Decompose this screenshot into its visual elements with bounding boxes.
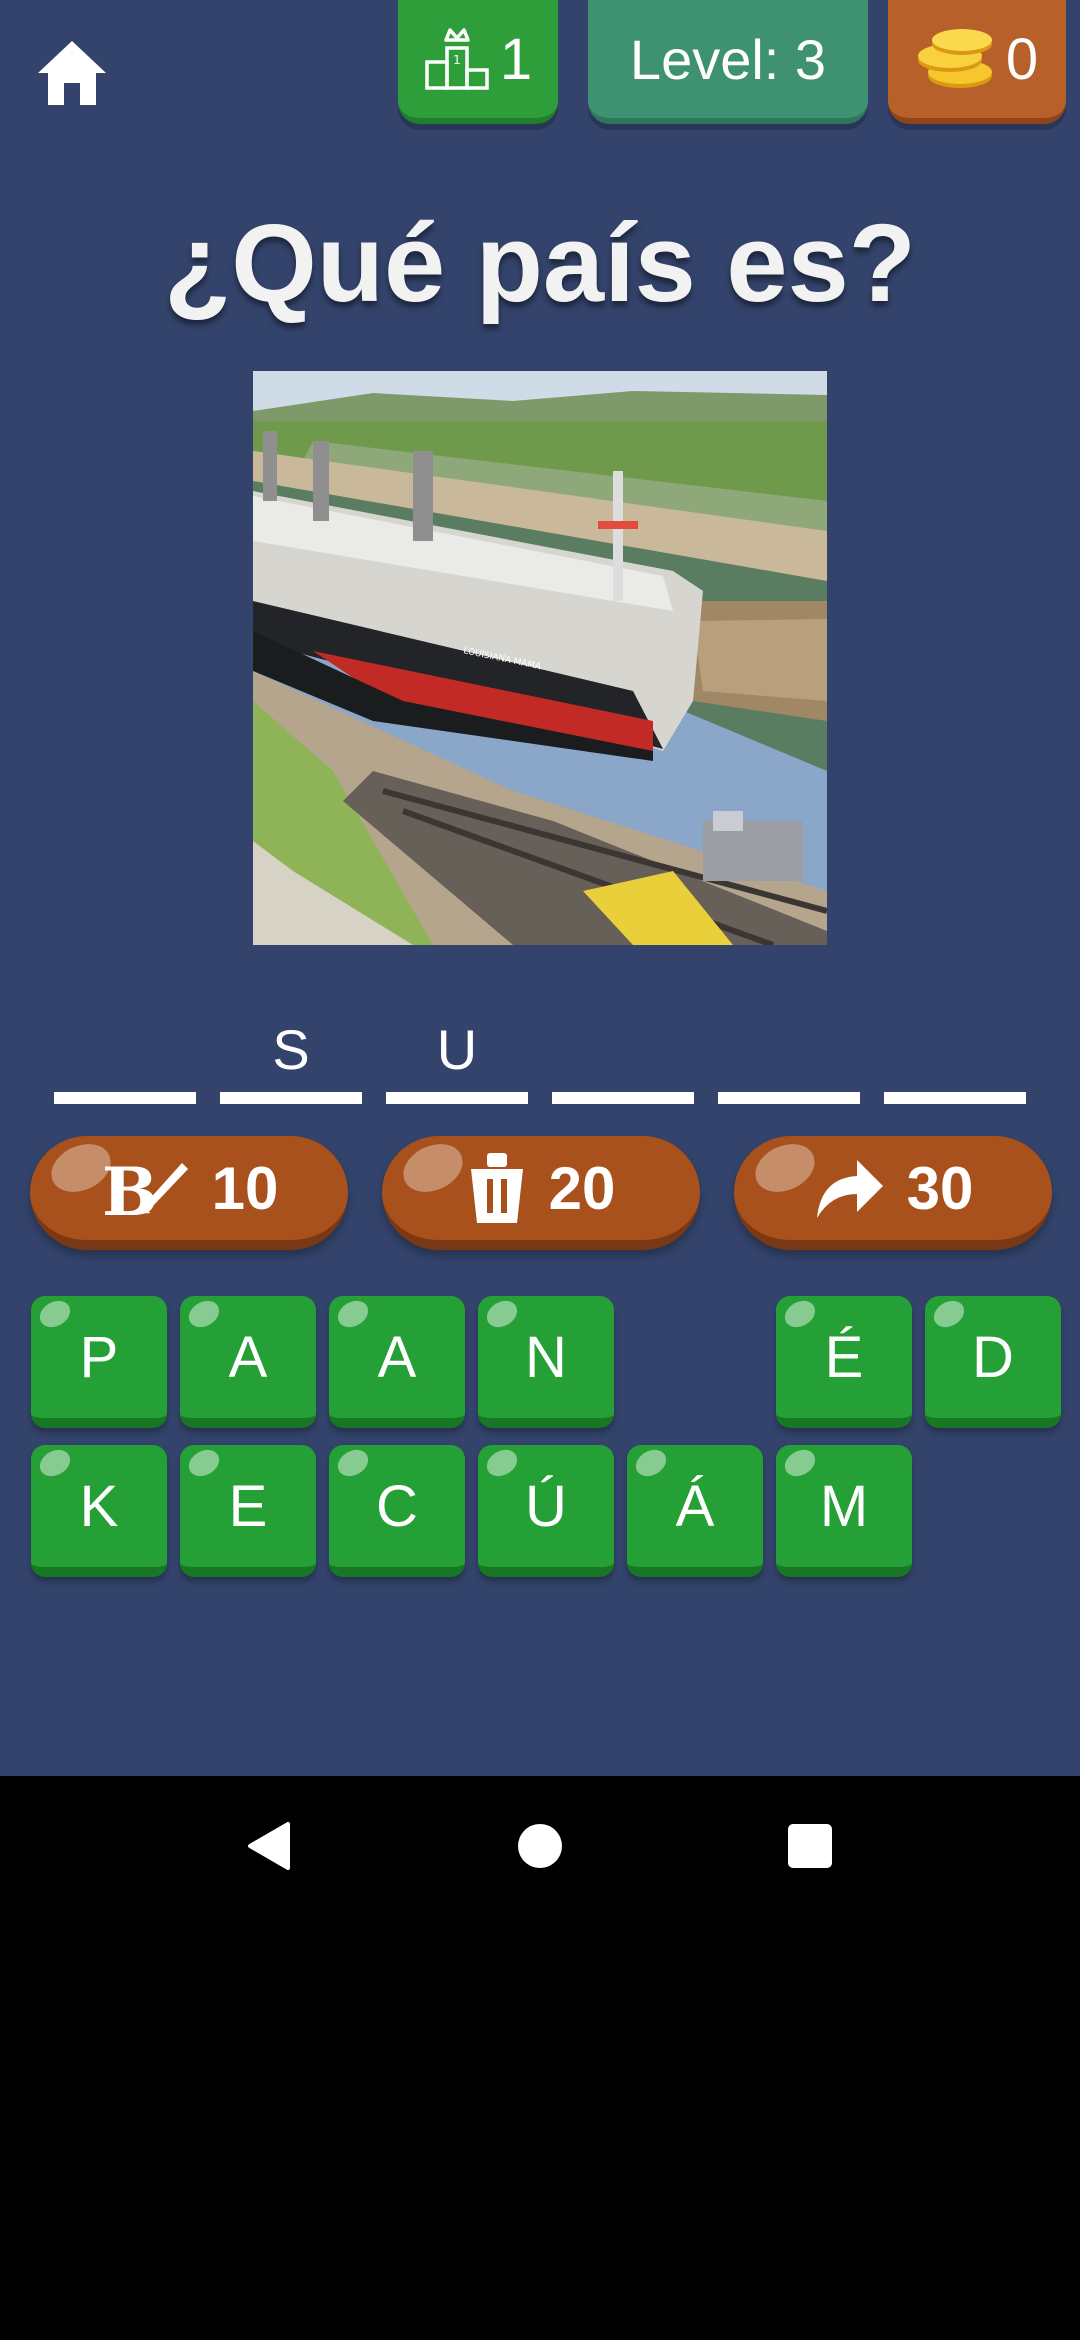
- gloss: [482, 1444, 522, 1482]
- gloss: [747, 1134, 823, 1202]
- gloss: [929, 1295, 969, 1333]
- letter-tile[interactable]: A: [180, 1295, 316, 1428]
- letter-tile[interactable]: E: [180, 1444, 316, 1577]
- nav-recents-button[interactable]: [750, 1776, 870, 1916]
- game-screen: 1 1 Level: 3 0 ¿Qué país es? LOUISIANA M…: [0, 0, 1080, 1776]
- answer-slot[interactable]: [552, 1010, 694, 1104]
- home-button[interactable]: [30, 32, 114, 112]
- gloss: [482, 1295, 522, 1333]
- answer-slot-underline: [54, 1092, 196, 1104]
- reveal-letter-cost: 10: [211, 1154, 279, 1222]
- coins-badge[interactable]: 0: [888, 0, 1066, 124]
- coins-icon: [917, 29, 992, 88]
- gloss: [35, 1295, 75, 1333]
- gloss: [395, 1134, 471, 1202]
- svg-text:1: 1: [453, 53, 461, 67]
- rank-value: 1: [499, 26, 533, 92]
- remove-letters-button[interactable]: 20: [382, 1134, 700, 1250]
- answer-slot-underline: [884, 1092, 1026, 1104]
- level-badge: Level: 3: [588, 0, 868, 124]
- coins-value: 0: [1005, 26, 1039, 92]
- gloss: [631, 1444, 671, 1482]
- letter-tile[interactable]: Á: [627, 1444, 763, 1577]
- nav-back-button[interactable]: [208, 1776, 328, 1916]
- home-icon: [38, 41, 106, 105]
- reveal-letter-icon: B: [100, 1153, 190, 1223]
- gloss: [333, 1295, 373, 1333]
- letter-tile-label: D: [972, 1325, 1014, 1390]
- gloss: [184, 1444, 224, 1482]
- skip-level-button[interactable]: 30: [734, 1134, 1052, 1250]
- letter-tile-label: C: [376, 1474, 418, 1539]
- answer-slot[interactable]: [54, 1010, 196, 1104]
- clue-photo: LOUISIANA MAMA: [253, 371, 827, 945]
- back-icon: [248, 1822, 290, 1870]
- gloss: [184, 1295, 224, 1333]
- letter-tile[interactable]: P: [31, 1295, 167, 1428]
- gloss: [333, 1444, 373, 1482]
- answer-slot[interactable]: U: [386, 1010, 528, 1104]
- letter-tile[interactable]: N: [478, 1295, 614, 1428]
- letter-tile[interactable]: Ú: [478, 1444, 614, 1577]
- letter-tile-label: N: [525, 1325, 567, 1390]
- answer-slot-underline: [718, 1092, 860, 1104]
- letter-tile[interactable]: É: [776, 1295, 912, 1428]
- letter-tile[interactable]: M: [776, 1444, 912, 1577]
- answer-slot-underline: [552, 1092, 694, 1104]
- letter-tile-label: M: [819, 1474, 869, 1539]
- letter-tile-label: Ú: [525, 1474, 567, 1539]
- home-circle-icon: [518, 1824, 562, 1868]
- letter-tile[interactable]: D: [925, 1295, 1061, 1428]
- skip-level-cost: 30: [906, 1154, 974, 1222]
- letter-tile-label: É: [824, 1325, 864, 1390]
- letter-tile-label: P: [79, 1325, 119, 1390]
- remove-letters-cost: 20: [548, 1154, 616, 1222]
- letter-tile[interactable]: K: [31, 1444, 167, 1577]
- letter-tile-label: A: [377, 1325, 417, 1390]
- letter-tile-label: Á: [675, 1474, 715, 1539]
- system-nav-bar: [0, 1776, 1080, 1916]
- letter-tile[interactable]: A: [329, 1295, 465, 1428]
- reveal-letter-button[interactable]: B 10: [30, 1134, 348, 1250]
- gloss: [780, 1444, 820, 1482]
- answer-slot[interactable]: [718, 1010, 860, 1104]
- podium-icon: 1: [425, 28, 489, 90]
- skip-arrow-icon: [813, 1156, 885, 1220]
- gloss: [780, 1295, 820, 1333]
- gloss: [35, 1444, 75, 1482]
- letter-tile-label: K: [79, 1474, 119, 1539]
- answer-slot-letter: U: [436, 1018, 478, 1081]
- answer-slot-underline: [386, 1092, 528, 1104]
- rank-badge[interactable]: 1 1: [398, 0, 558, 124]
- nav-home-button[interactable]: [480, 1776, 600, 1916]
- trash-icon: [467, 1151, 527, 1225]
- letter-tile[interactable]: C: [329, 1444, 465, 1577]
- recents-icon: [788, 1824, 832, 1868]
- answer-slot[interactable]: S: [220, 1010, 362, 1104]
- level-text: Level: 3: [629, 27, 827, 91]
- question-title: ¿Qué país es?: [164, 202, 916, 325]
- answer-slot-letter: S: [272, 1018, 310, 1081]
- answer-slot[interactable]: [884, 1010, 1026, 1104]
- answer-slot-underline: [220, 1092, 362, 1104]
- letter-tile-label: E: [228, 1474, 268, 1539]
- letter-tile-label: A: [228, 1325, 268, 1390]
